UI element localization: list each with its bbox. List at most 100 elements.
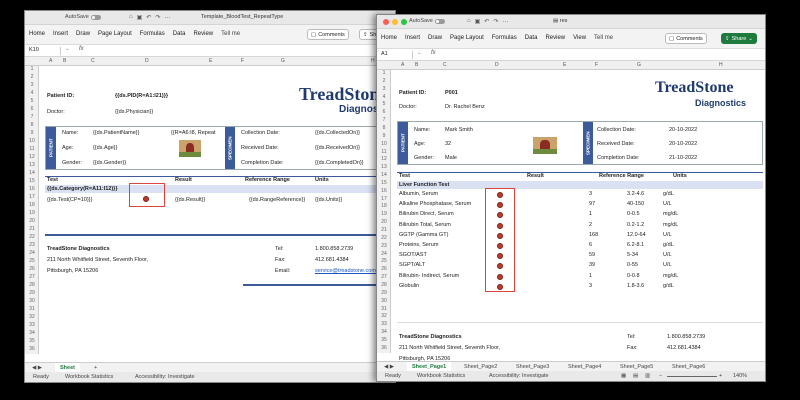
completion-value[interactable]: {{ds.CompletedOn}} — [315, 160, 364, 166]
zoom-level[interactable]: 140% — [733, 373, 747, 379]
zoom-in-icon[interactable]: + — [719, 373, 722, 379]
comments-button[interactable]: ▢ Comments — [665, 33, 707, 44]
table-row[interactable]: Bilirubin Total, Serum 2 0.2-1.2 mg/dL — [377, 222, 765, 231]
row-header[interactable]: 10 — [377, 141, 391, 147]
row-header[interactable]: 34 — [377, 329, 391, 335]
tab-data[interactable]: Data — [173, 31, 186, 37]
column-header-e[interactable]: E — [563, 62, 566, 68]
row-header[interactable]: 11 — [377, 149, 391, 155]
column-header-d[interactable]: D — [495, 62, 499, 68]
row-header[interactable]: 33 — [25, 322, 39, 328]
doctor-value[interactable]: Dr. Rachel Benz — [445, 104, 485, 110]
autosave-toggle[interactable]: AutoSave — [409, 18, 445, 24]
tab-page-layout[interactable]: Page Layout — [450, 35, 484, 41]
row-header[interactable]: 1 — [377, 70, 391, 76]
sheet-grid[interactable]: 1 2 3 4 5 6 7 8 9 10 11 12 13 14 15 16 17 18 19 20 21 22 23 24 2… — [25, 66, 395, 354]
redo-icon[interactable]: ↷ — [155, 14, 160, 21]
category-name[interactable]: Liver Function Test — [399, 182, 449, 188]
age-value[interactable]: {{ds.Age}} — [93, 145, 117, 151]
row-header[interactable]: 16 — [25, 186, 39, 192]
category-placeholder[interactable]: {{ds.Category(R=A11:I12)}} — [47, 186, 117, 192]
tab-insert[interactable]: Insert — [53, 31, 68, 37]
function-icon[interactable]: fx — [431, 50, 436, 56]
row-header[interactable]: 28 — [25, 282, 39, 288]
patient-id-value[interactable]: {{ds.PID(R=A1:I21)}} — [115, 93, 168, 99]
accessibility-status[interactable]: Accessibility: Investigate — [489, 373, 549, 379]
row-header[interactable]: 9 — [377, 133, 391, 139]
tab-formulas[interactable]: Formulas — [492, 35, 517, 41]
table-row[interactable]: Globulin 3 1.8-3.6 g/dL — [377, 283, 765, 292]
collection-value[interactable]: {{ds.CollectedOn}} — [315, 130, 360, 136]
row-header[interactable]: 8 — [25, 122, 39, 128]
page-break-icon[interactable]: ▥ — [645, 373, 650, 379]
column-header-f[interactable]: F — [595, 62, 598, 68]
column-header-g[interactable]: G — [637, 62, 641, 68]
row-header[interactable]: 6 — [25, 106, 39, 112]
collection-value[interactable]: 20-10-2022 — [669, 127, 697, 133]
save-icon[interactable]: ▣ — [475, 18, 481, 25]
row-header[interactable]: 2 — [25, 74, 39, 80]
autosave-toggle[interactable]: AutoSave — [65, 14, 101, 20]
tab-home[interactable]: Home — [29, 31, 45, 37]
zoom-slider[interactable] — [667, 376, 717, 377]
column-header-f[interactable]: F — [241, 58, 244, 64]
toggle-icon[interactable] — [434, 18, 445, 24]
more-icon[interactable]: … — [502, 18, 508, 25]
function-icon[interactable]: fx — [79, 46, 84, 52]
row-header[interactable]: 17 — [25, 194, 39, 200]
row-header[interactable]: 18 — [25, 202, 39, 208]
row-header[interactable]: 3 — [25, 82, 39, 88]
row-header[interactable]: 5 — [25, 98, 39, 104]
column-header-a[interactable]: A — [49, 58, 52, 64]
column-header-c[interactable]: C — [91, 58, 95, 64]
table-row[interactable]: GGTP (Gamma GT) 168 12.0-64 U/L — [377, 232, 765, 241]
row-header[interactable]: 32 — [25, 314, 39, 320]
column-header-b[interactable]: B — [63, 58, 66, 64]
row-header[interactable]: 13 — [377, 164, 391, 170]
row-header[interactable]: 19 — [25, 210, 39, 216]
row-header[interactable]: 32 — [377, 313, 391, 319]
tab-data[interactable]: Data — [525, 35, 538, 41]
column-header-b[interactable]: B — [415, 62, 418, 68]
column-header-d[interactable]: D — [145, 58, 149, 64]
accessibility-status[interactable]: Accessibility: Investigate — [135, 374, 195, 380]
email-link[interactable]: service@treadstone.com — [315, 268, 376, 274]
name-value[interactable]: {{ds.PatientName}} — [93, 130, 139, 136]
name-box[interactable]: A1 — [379, 51, 413, 59]
tab-draw[interactable]: Draw — [76, 31, 90, 37]
row-header[interactable]: 14 — [377, 172, 391, 178]
undo-icon[interactable]: ↶ — [484, 18, 489, 25]
tab-insert[interactable]: Insert — [405, 35, 420, 41]
tab-home[interactable]: Home — [381, 35, 397, 41]
row-header[interactable]: 9 — [25, 130, 39, 136]
save-icon[interactable]: ▣ — [137, 14, 143, 21]
row-header[interactable]: 10 — [25, 138, 39, 144]
tell-me-search[interactable]: Tell me — [221, 31, 240, 37]
minimize-icon[interactable] — [392, 19, 398, 25]
share-button[interactable]: ⇪ Share ⌄ — [721, 33, 757, 44]
row-header[interactable]: 15 — [25, 178, 39, 184]
toggle-icon[interactable] — [90, 14, 101, 20]
column-header-c[interactable]: C — [443, 62, 447, 68]
row-header[interactable]: 20 — [25, 218, 39, 224]
home-icon[interactable]: ⌂ — [467, 18, 471, 25]
row-header[interactable]: 33 — [377, 321, 391, 327]
row-header[interactable]: 12 — [25, 154, 39, 160]
normal-view-icon[interactable]: ▦ — [621, 373, 626, 379]
doctor-value[interactable]: {{ds.Physician}} — [115, 109, 153, 115]
row-header[interactable]: 30 — [25, 298, 39, 304]
row-header[interactable]: 4 — [377, 94, 391, 100]
tab-draw[interactable]: Draw — [428, 35, 442, 41]
row-header[interactable]: 2 — [377, 78, 391, 84]
row-header[interactable]: 15 — [377, 180, 391, 186]
tab-page-layout[interactable]: Page Layout — [98, 31, 132, 37]
photo-placeholder[interactable]: {{R=A6:I8, Repeat — [171, 130, 216, 136]
row-header[interactable]: 24 — [25, 250, 39, 256]
test-placeholder[interactable]: {{ds.Test(CP=10)}} — [47, 197, 92, 203]
row-header[interactable]: 14 — [25, 170, 39, 176]
table-row[interactable]: Bilirubin Direct, Serum 1 0-0.5 mg/dL — [377, 211, 765, 220]
close-icon[interactable] — [383, 19, 389, 25]
redo-icon[interactable]: ↷ — [493, 18, 498, 25]
row-header[interactable]: 26 — [25, 266, 39, 272]
column-header-a[interactable]: A — [401, 62, 404, 68]
